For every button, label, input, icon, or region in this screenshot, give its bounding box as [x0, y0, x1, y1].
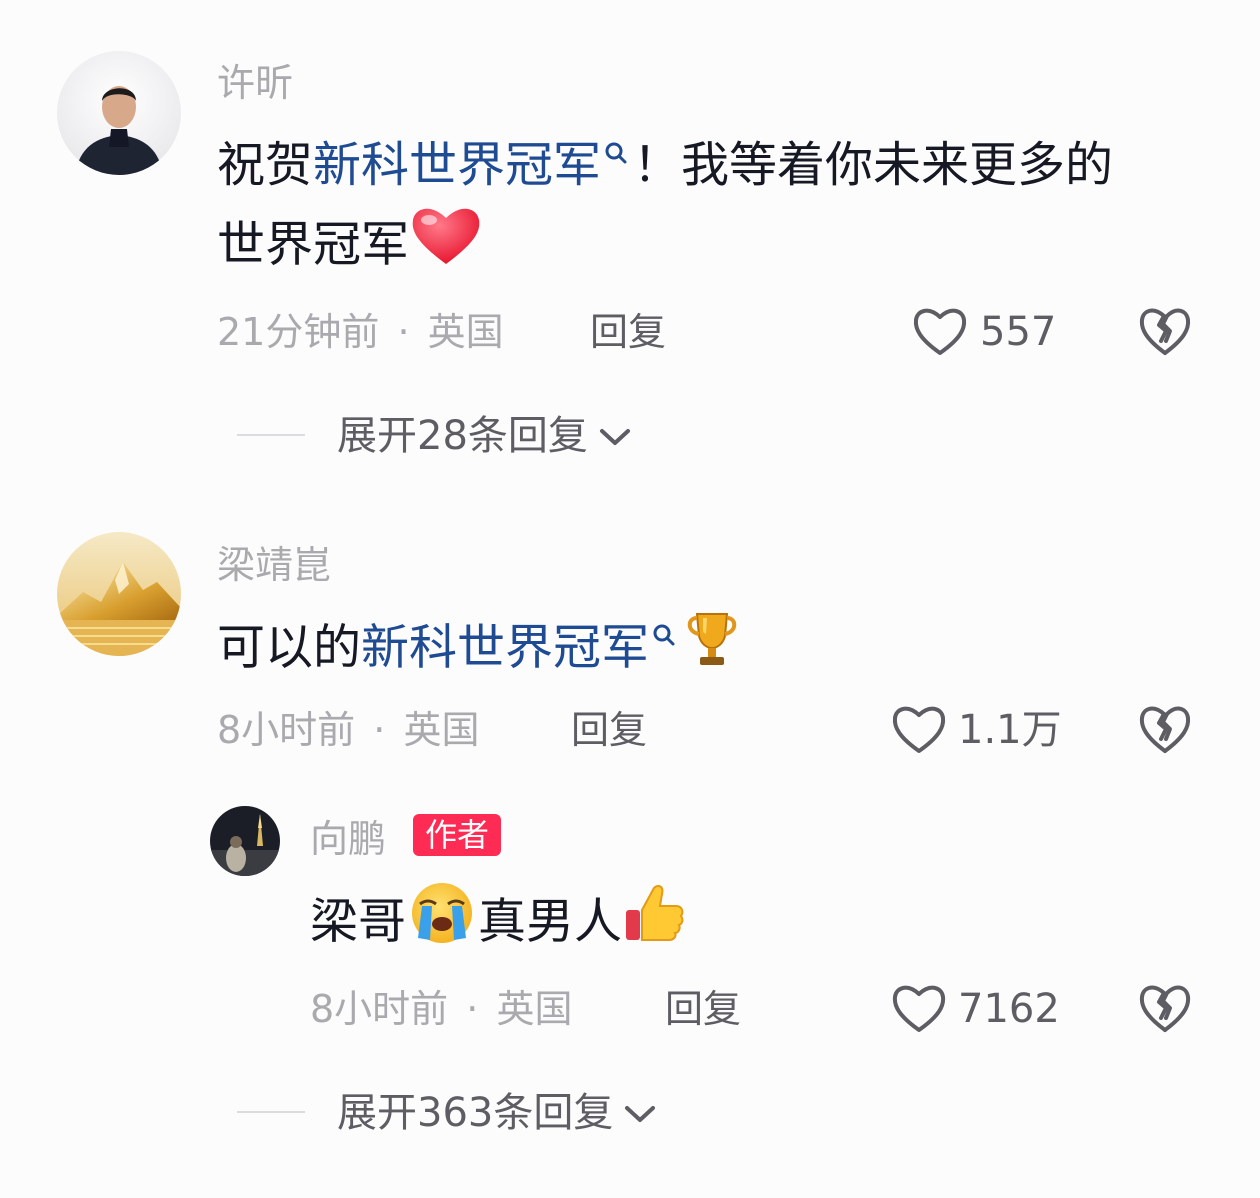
- trophy-icon: [681, 608, 743, 693]
- comment-text: 祝贺新科世界冠军 ！我等着你未来更多的: [217, 126, 1113, 204]
- comment-time: 8小时前: [217, 708, 356, 752]
- broken-heart-icon[interactable]: [1138, 305, 1192, 361]
- expand-replies-button[interactable]: 展开363条回复: [337, 1093, 657, 1133]
- reply-text: 梁哥 真男人: [310, 880, 688, 969]
- reply-meta: 8小时前 · 英国: [310, 990, 572, 1028]
- comment-meta: 8小时前 · 英国: [217, 711, 479, 749]
- comment-time: 21分钟前: [217, 310, 380, 354]
- hashtag-link[interactable]: 新科世界冠军: [361, 620, 649, 676]
- avatar[interactable]: [57, 532, 181, 656]
- comment-time: 8小时前: [310, 987, 449, 1031]
- expand-replies-button[interactable]: 展开28条回复: [337, 416, 632, 456]
- reply-button[interactable]: 回复: [571, 711, 647, 749]
- loudly-crying-face-icon: [406, 880, 478, 969]
- broken-heart-icon[interactable]: [1138, 703, 1192, 759]
- meta-separator: ·: [466, 987, 479, 1031]
- comment-text-segment: ！我等着你未来更多的: [633, 137, 1114, 193]
- expand-divider: [237, 1111, 305, 1113]
- comment-location: 英国: [427, 310, 504, 354]
- comment-author[interactable]: 许昕: [217, 64, 293, 102]
- like-count: 1.1万: [958, 707, 1062, 753]
- comment-text-segment: 祝贺: [217, 137, 314, 193]
- heart-outline-icon[interactable]: [891, 703, 947, 759]
- avatar[interactable]: [57, 51, 181, 175]
- expand-replies-label: 展开363条回复: [337, 1090, 614, 1136]
- broken-heart-icon[interactable]: [1138, 982, 1192, 1038]
- search-icon[interactable]: [649, 608, 681, 656]
- chevron-down-icon: [598, 416, 632, 456]
- reply-button[interactable]: 回复: [665, 990, 741, 1028]
- comment-text-segment: 可以的: [217, 619, 362, 676]
- comment-text-line: 世界冠军: [217, 204, 483, 291]
- comment-text-segment: 真男人: [478, 893, 623, 950]
- chevron-down-icon: [623, 1093, 657, 1133]
- author-badge: 作者: [413, 814, 502, 856]
- meta-separator: ·: [373, 708, 386, 752]
- comment-text-segment: 梁哥: [310, 893, 407, 950]
- reply-button[interactable]: 回复: [590, 313, 666, 351]
- like-count: 7162: [958, 986, 1060, 1032]
- red-heart-icon: [409, 204, 483, 291]
- hashtag-link[interactable]: 新科世界冠军: [313, 137, 601, 193]
- comment-location: 英国: [496, 987, 573, 1031]
- avatar[interactable]: [210, 806, 280, 876]
- reply-author[interactable]: 向鹏: [310, 820, 386, 858]
- thumbs-up-icon: [622, 880, 688, 969]
- comment-author[interactable]: 梁靖崑: [217, 546, 331, 584]
- heart-outline-icon[interactable]: [891, 982, 947, 1038]
- comment-location: 英国: [403, 708, 480, 752]
- heart-outline-icon[interactable]: [912, 305, 968, 361]
- comment-text-segment: 世界冠军: [217, 216, 410, 273]
- like-count: 557: [980, 309, 1057, 355]
- expand-divider: [237, 434, 305, 436]
- expand-replies-label: 展开28条回复: [337, 413, 588, 459]
- meta-separator: ·: [397, 310, 410, 354]
- comment-text: 可以的新科世界冠军: [217, 608, 743, 693]
- search-icon[interactable]: [601, 126, 633, 174]
- comment-meta: 21分钟前 · 英国: [217, 313, 504, 351]
